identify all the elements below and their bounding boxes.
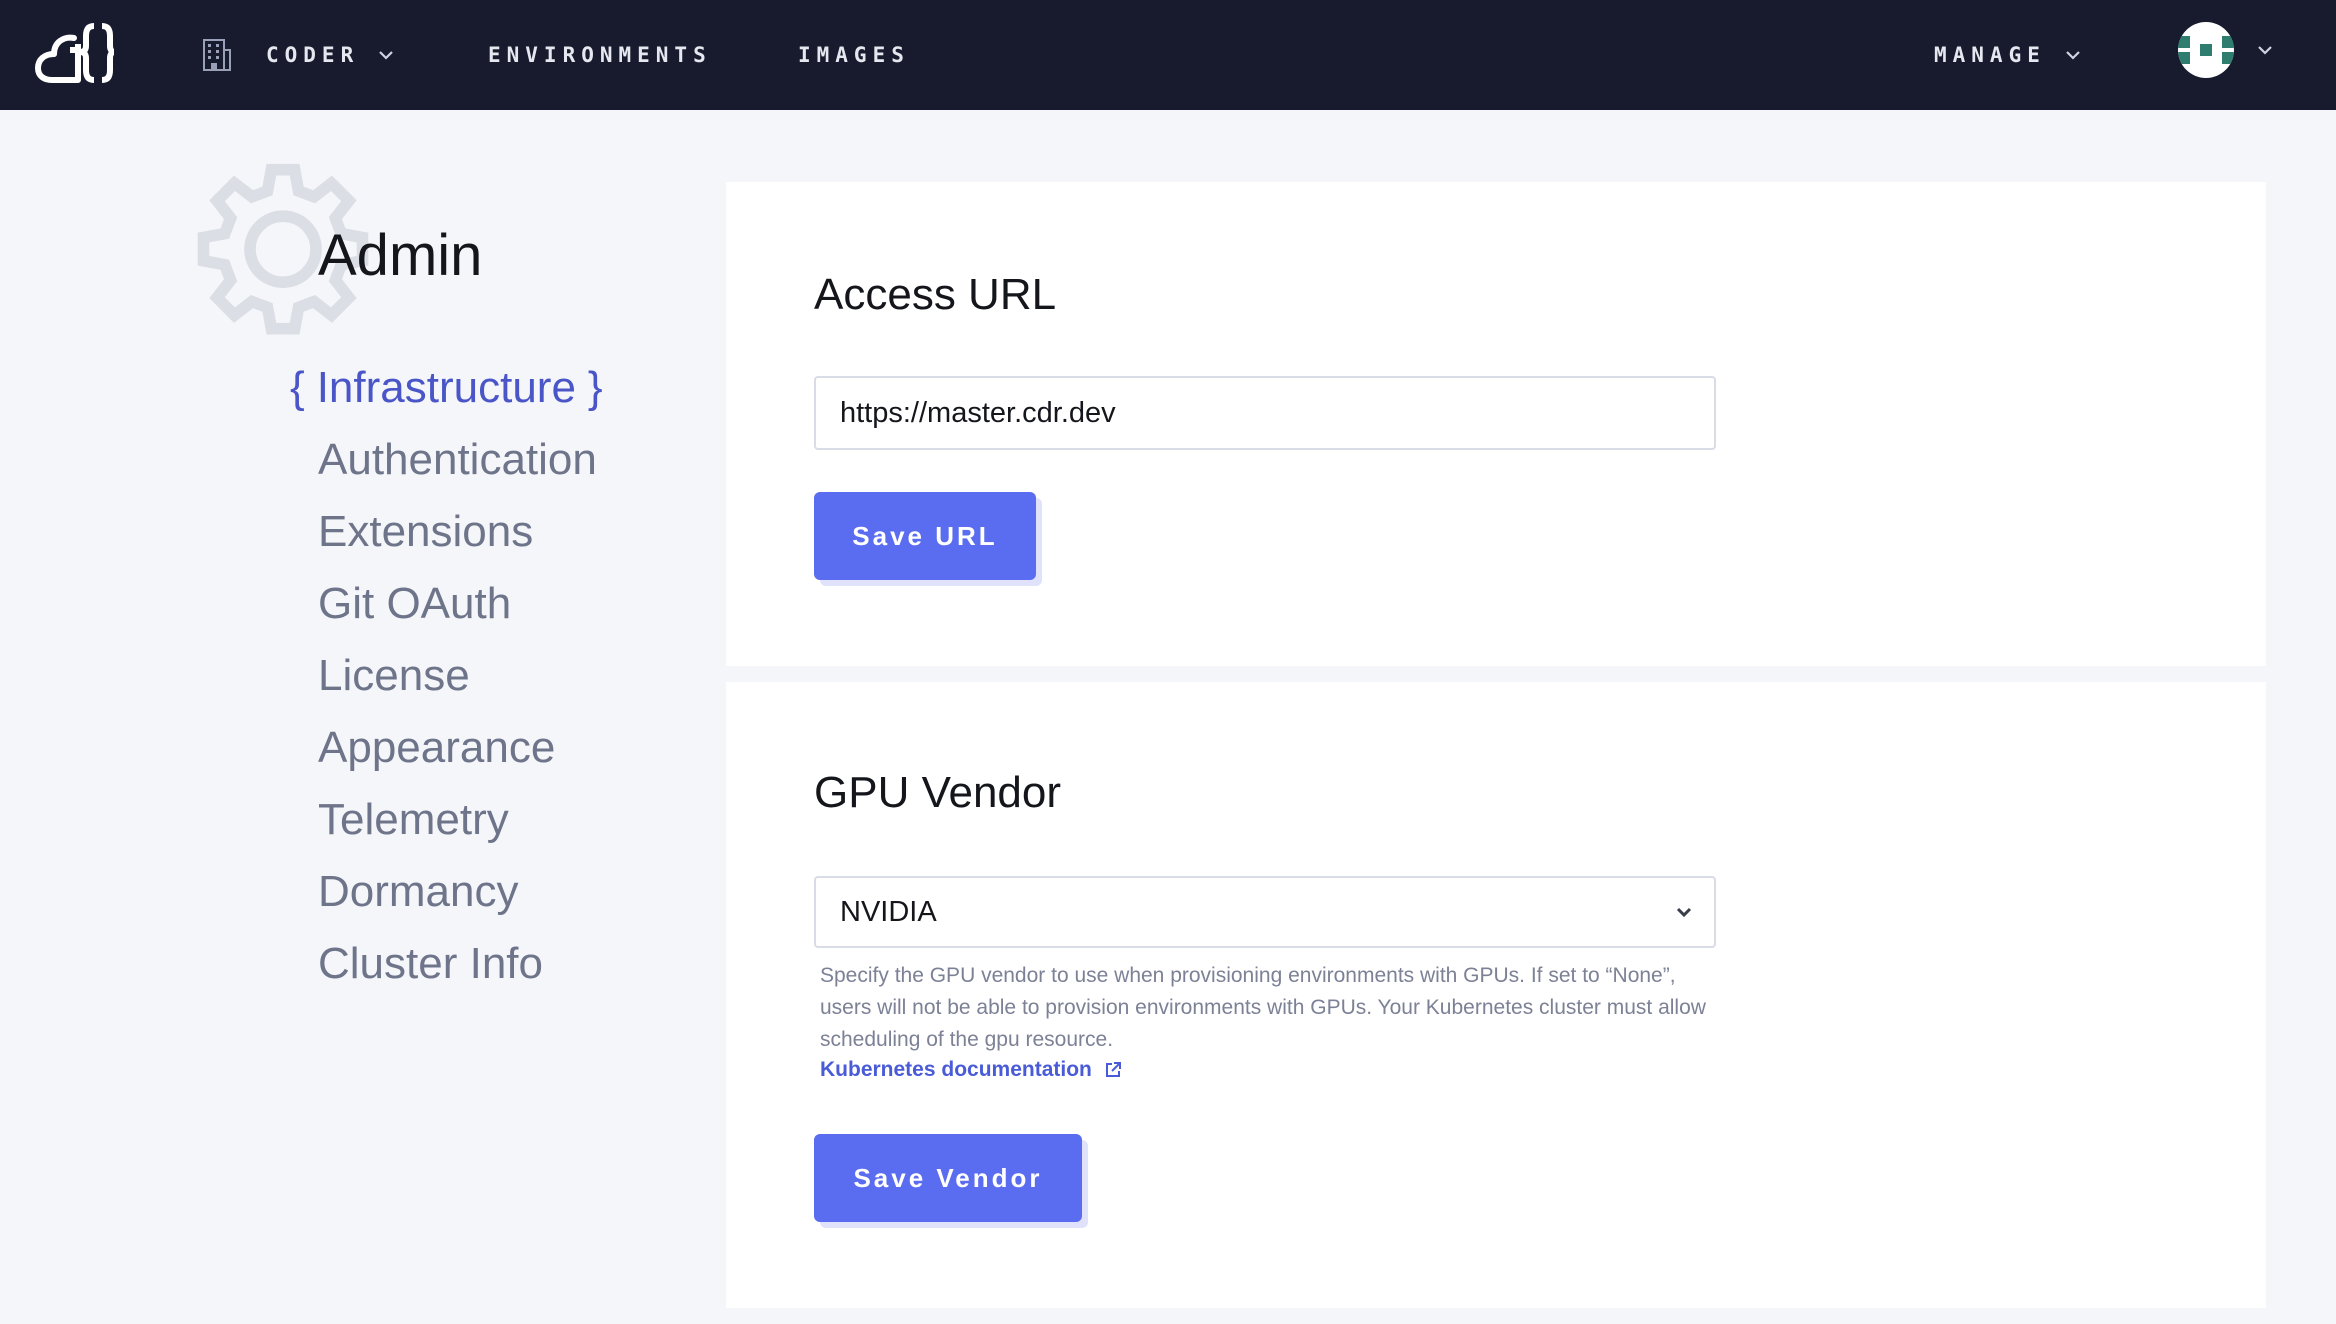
- sidebar-item-label: Extensions: [318, 507, 534, 556]
- sidebar-item-label: License: [318, 651, 470, 700]
- sidebar-item-label: Dormancy: [318, 867, 519, 916]
- nav-images[interactable]: IMAGES: [798, 0, 910, 110]
- nav-environments[interactable]: ENVIRONMENTS: [488, 0, 712, 110]
- gpu-vendor-select[interactable]: NVIDIA: [814, 876, 1716, 948]
- nav-environments-label: ENVIRONMENTS: [488, 43, 712, 67]
- sidebar-item-label: Authentication: [318, 435, 597, 484]
- org-label: CODER: [266, 43, 360, 67]
- sidebar-item-extensions[interactable]: Extensions: [290, 496, 603, 568]
- sidebar-item-license[interactable]: License: [290, 640, 603, 712]
- sidebar-item-infrastructure[interactable]: {Infrastructure}: [290, 352, 603, 424]
- nav-images-label: IMAGES: [798, 43, 910, 67]
- sidebar-item-label: Infrastructure: [316, 363, 576, 412]
- access-url-title: Access URL: [814, 270, 1057, 319]
- chevron-down-icon: [379, 51, 393, 60]
- manage-dropdown[interactable]: MANAGE: [1934, 0, 2082, 110]
- coder-logo-icon[interactable]: [34, 20, 116, 84]
- sidebar-item-label: Cluster Info: [318, 939, 543, 988]
- sidebar-item-cluster-info[interactable]: Cluster Info: [290, 928, 603, 1000]
- gpu-vendor-help-text: Specify the GPU vendor to use when provi…: [820, 964, 1706, 1051]
- chevron-down-icon: [2258, 46, 2272, 55]
- sidebar-item-label: Git OAuth: [318, 579, 512, 628]
- chevron-down-icon: [1676, 907, 1692, 918]
- sidebar-item-authentication[interactable]: Authentication: [290, 424, 603, 496]
- active-brace-close: }: [587, 363, 603, 412]
- save-vendor-button[interactable]: Save Vendor: [814, 1134, 1082, 1222]
- avatar: [2178, 22, 2234, 78]
- building-icon: [203, 39, 231, 71]
- gpu-vendor-card: GPU Vendor NVIDIA Specify the GPU vendor…: [726, 682, 2266, 1308]
- kubernetes-docs-link[interactable]: Kubernetes documentation: [820, 1058, 1122, 1082]
- sidebar-item-git-oauth[interactable]: Git OAuth: [290, 568, 603, 640]
- external-link-icon: [1105, 1062, 1121, 1077]
- sidebar-item-label: Telemetry: [318, 795, 509, 844]
- gpu-vendor-selected: NVIDIA: [840, 895, 937, 928]
- user-menu[interactable]: [2178, 22, 2274, 78]
- manage-label: MANAGE: [1934, 43, 2046, 67]
- gpu-vendor-title: GPU Vendor: [814, 768, 1062, 817]
- sidebar-item-dormancy[interactable]: Dormancy: [290, 856, 603, 928]
- active-brace-open: {: [290, 363, 305, 412]
- kubernetes-docs-link-label: Kubernetes documentation: [820, 1058, 1092, 1081]
- access-url-input[interactable]: [814, 376, 1716, 450]
- sidebar-item-label: Appearance: [318, 723, 556, 772]
- sidebar-item-telemetry[interactable]: Telemetry: [290, 784, 603, 856]
- top-nav-bar: CODER ENVIRONMENTS IMAGES MANAGE: [0, 0, 2336, 110]
- sidebar-item-appearance[interactable]: Appearance: [290, 712, 603, 784]
- access-url-card: Access URL Save URL: [726, 182, 2266, 666]
- org-dropdown[interactable]: CODER: [202, 0, 395, 110]
- page-title: Admin: [318, 223, 483, 288]
- chevron-down-icon: [2066, 51, 2080, 60]
- admin-side-nav: {Infrastructure} Authentication Extensio…: [290, 352, 603, 1000]
- save-url-button[interactable]: Save URL: [814, 492, 1036, 580]
